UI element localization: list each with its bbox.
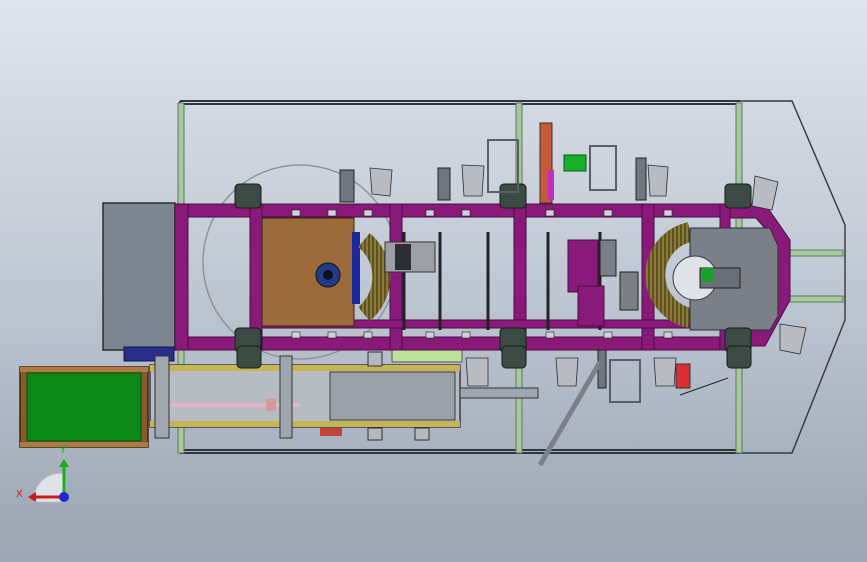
slot-guide <box>567 239 599 293</box>
motor-housing <box>102 202 176 351</box>
turntable <box>599 222 779 331</box>
cad-viewport[interactable]: X Y <box>0 0 867 562</box>
wood-plate <box>261 217 436 327</box>
guard-panel <box>19 366 149 448</box>
assembly-drawing: X Y <box>16 100 846 503</box>
y-axis-label: Y <box>59 445 67 456</box>
coordinate-triad: X Y <box>16 445 69 503</box>
x-axis-label: X <box>16 489 23 500</box>
axis-z-dot <box>59 492 69 502</box>
